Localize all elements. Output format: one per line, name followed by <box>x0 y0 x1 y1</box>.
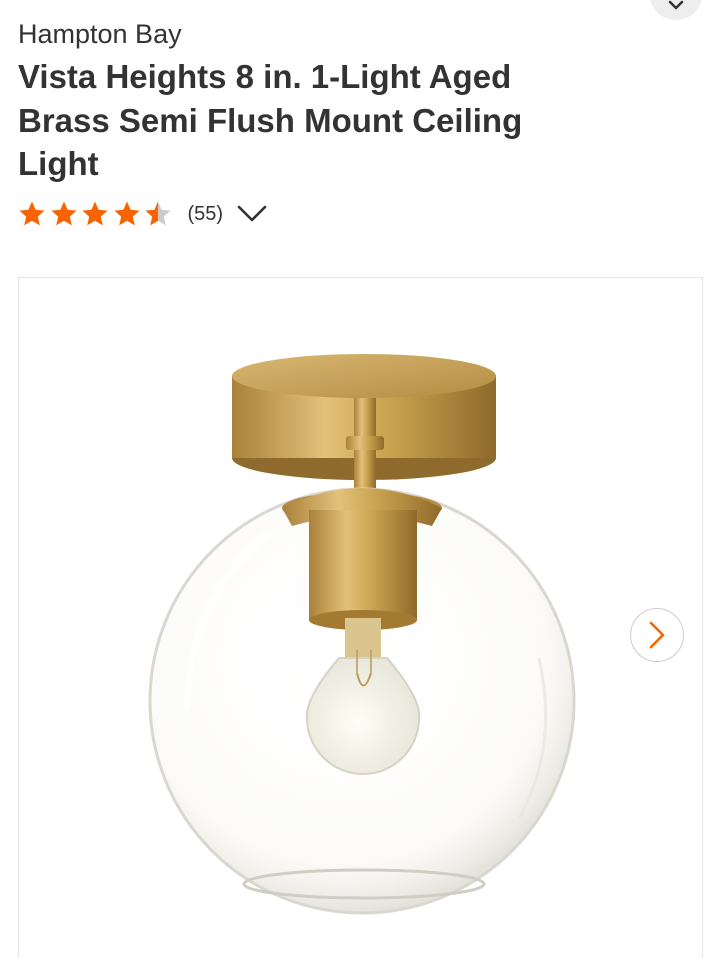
star-icon <box>82 201 108 226</box>
collapse-button[interactable] <box>650 0 702 20</box>
star-icon <box>113 201 140 226</box>
chevron-down-icon <box>237 205 267 222</box>
next-image-button[interactable] <box>630 608 684 662</box>
rating-row[interactable]: (55) <box>18 198 267 230</box>
star-rating <box>18 200 176 228</box>
star-icon <box>145 201 171 226</box>
star-icon <box>50 201 77 226</box>
ceiling-light-product-image <box>148 354 576 915</box>
review-count[interactable]: (55) <box>188 203 224 226</box>
expand-reviews-button[interactable] <box>237 202 267 226</box>
chevron-down-icon <box>668 0 684 10</box>
product-title: Vista Heights 8 in. 1-Light Aged Brass S… <box>18 58 523 182</box>
chevron-right-icon <box>649 621 665 649</box>
star-icon <box>19 201 45 226</box>
brand-name[interactable]: Hampton Bay <box>18 17 182 51</box>
product-image-gallery[interactable] <box>18 277 703 958</box>
product-page: Hampton Bay Vista Heights 8 in. 1-Light … <box>0 0 720 958</box>
